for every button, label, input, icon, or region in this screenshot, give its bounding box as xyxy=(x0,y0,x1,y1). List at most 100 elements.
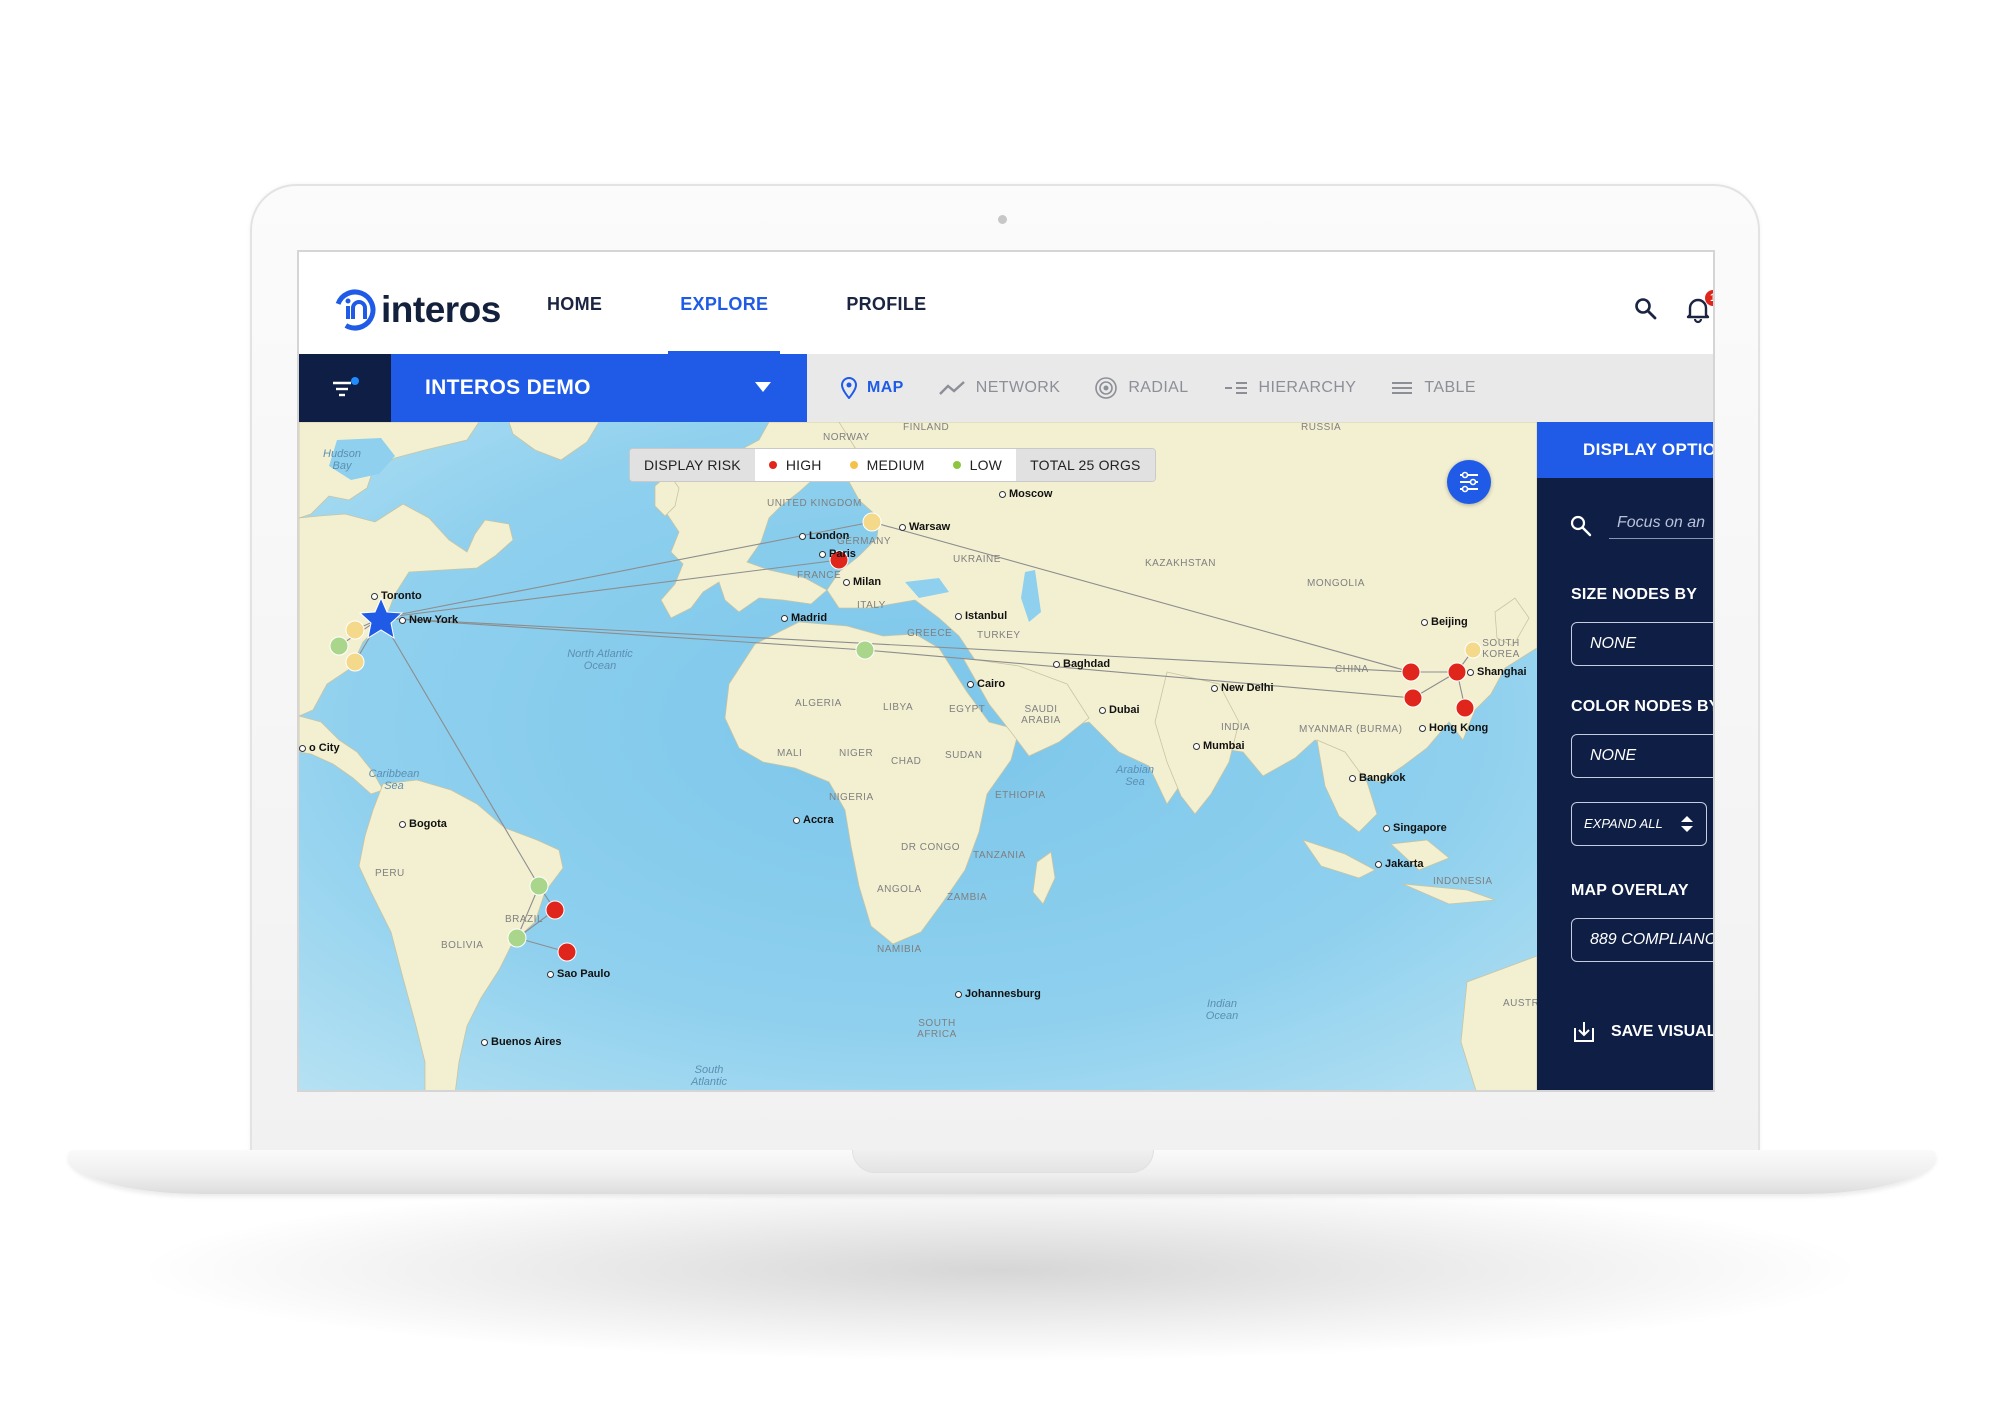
city-label: Buenos Aires xyxy=(481,1036,562,1048)
city-label: Jakarta xyxy=(1375,858,1424,870)
legend-high[interactable]: HIGH xyxy=(755,449,836,481)
node-medium xyxy=(345,620,365,640)
nav-home[interactable]: HOME xyxy=(547,252,602,354)
node-medium xyxy=(1464,641,1482,659)
logo-text: interos xyxy=(381,289,501,330)
water-label: Caribbean Sea xyxy=(368,768,420,792)
notifications-button[interactable]: 1 xyxy=(1683,290,1713,324)
city-label: Mumbai xyxy=(1193,740,1245,752)
city-label: Bangkok xyxy=(1349,772,1405,784)
laptop-notch xyxy=(852,1150,1154,1173)
high-dot-icon xyxy=(768,461,777,469)
hierarchy-icon xyxy=(1224,382,1247,394)
map-settings-button[interactable] xyxy=(1447,460,1491,504)
tab-radial-label: RADIAL xyxy=(1128,379,1189,396)
country-label: KAZAKHSTAN xyxy=(1145,558,1216,569)
focus-search-input[interactable] xyxy=(1609,508,1713,539)
expand-all-select[interactable]: EXPAND ALL xyxy=(1571,802,1707,846)
country-label: GREECE xyxy=(907,628,953,639)
country-label: DR CONGO xyxy=(901,842,960,853)
country-label: RUSSIA xyxy=(1301,422,1342,433)
sliders-icon xyxy=(1460,471,1478,493)
search-icon[interactable] xyxy=(1633,296,1659,322)
legend-title: DISPLAY RISK xyxy=(630,449,755,481)
interos-logo-icon xyxy=(334,289,376,331)
tab-network-label: NETWORK xyxy=(975,379,1061,396)
map-overlay-select[interactable]: 889 COMPLIANCE xyxy=(1571,918,1713,962)
tab-map[interactable]: MAP xyxy=(841,354,904,422)
node-medium xyxy=(862,512,882,532)
chevron-down-icon xyxy=(755,382,771,392)
city-label: Istanbul xyxy=(955,610,1007,622)
city-label: o City xyxy=(299,742,340,754)
table-icon xyxy=(1392,382,1413,394)
city-label: Paris xyxy=(819,548,856,560)
country-label: LIBYA xyxy=(883,702,914,713)
country-label: UKRAINE xyxy=(953,554,1001,565)
medium-dot-icon xyxy=(849,461,858,469)
city-label: Warsaw xyxy=(899,521,950,533)
city-label: Toronto xyxy=(371,590,422,602)
water-label: Indian Ocean xyxy=(1205,998,1239,1022)
city-label: Johannesburg xyxy=(955,988,1041,1000)
map-pin-icon xyxy=(841,377,857,399)
expand-all-label: EXPAND ALL xyxy=(1584,816,1663,831)
nav-explore[interactable]: EXPLORE xyxy=(668,252,781,354)
city-label: Accra xyxy=(793,814,834,826)
water-label: Arabian Sea xyxy=(1116,764,1154,788)
header-actions: 1 xyxy=(1633,290,1713,324)
country-label: EGYPT xyxy=(949,704,986,715)
city-label: Singapore xyxy=(1383,822,1447,834)
world-map[interactable]: Toronto New York London Paris Warsaw Mos… xyxy=(299,422,1537,1090)
node-low xyxy=(329,636,349,656)
city-label: Moscow xyxy=(999,488,1052,500)
country-label: TANZANIA xyxy=(973,850,1026,861)
save-visual-button[interactable]: SAVE VISUAL xyxy=(1571,1020,1713,1044)
size-nodes-select[interactable]: NONE xyxy=(1571,622,1713,666)
display-options-title: DISPLAY OPTIONS xyxy=(1583,440,1715,459)
tab-table-label: TABLE xyxy=(1424,379,1476,396)
legend-medium[interactable]: MEDIUM xyxy=(836,449,939,481)
risk-legend: DISPLAY RISK HIGH MEDIUM LOW TOTAL 25 OR… xyxy=(629,448,1156,482)
country-label: BOLIVIA xyxy=(441,940,484,951)
city-label: Sao Paulo xyxy=(547,968,610,980)
legend-total: TOTAL 25 ORGS xyxy=(1016,449,1155,481)
city-label: New Delhi xyxy=(1211,682,1274,694)
tab-network[interactable]: NETWORK xyxy=(938,354,1061,422)
node-high xyxy=(1403,688,1423,708)
up-down-caret-icon xyxy=(1681,816,1693,832)
node-high xyxy=(1401,662,1421,682)
country-label: SOUTH KOREA xyxy=(1482,638,1520,660)
nav-profile[interactable]: PROFILE xyxy=(846,252,926,354)
city-label: Dubai xyxy=(1099,704,1140,716)
city-label: Baghdad xyxy=(1053,658,1110,670)
app-header: interos HOME EXPLORE PROFILE 1 xyxy=(299,252,1713,354)
tab-hierarchy[interactable]: HIERARCHY xyxy=(1223,354,1357,422)
node-high xyxy=(545,900,565,920)
color-nodes-select[interactable]: NONE xyxy=(1571,734,1713,778)
organization-dropdown[interactable]: INTEROS DEMO xyxy=(391,354,807,422)
city-label: New York xyxy=(399,614,458,626)
laptop-shadow xyxy=(150,1180,1850,1360)
country-label: AUSTR xyxy=(1503,998,1537,1009)
water-label: North Atlantic Ocean xyxy=(567,648,633,672)
legend-medium-label: MEDIUM xyxy=(866,457,925,473)
country-label: MALI xyxy=(777,748,803,759)
country-label: ANGOLA xyxy=(877,884,922,895)
tab-map-label: MAP xyxy=(867,379,904,396)
main-nav: HOME EXPLORE PROFILE xyxy=(547,252,1004,354)
water-label: South Atlantic xyxy=(690,1064,728,1088)
interos-logo[interactable]: interos xyxy=(333,288,501,332)
radial-icon xyxy=(1095,377,1118,399)
country-label: TURKEY xyxy=(977,630,1021,641)
tab-radial[interactable]: RADIAL xyxy=(1094,354,1188,422)
country-label: MONGOLIA xyxy=(1307,578,1365,589)
notification-badge: 1 xyxy=(1705,290,1713,306)
tab-table[interactable]: TABLE xyxy=(1390,354,1476,422)
country-label: INDONESIA xyxy=(1433,876,1493,887)
organization-label: INTEROS DEMO xyxy=(425,376,591,399)
filter-button[interactable] xyxy=(299,354,391,422)
country-label: NORWAY xyxy=(823,432,870,443)
legend-low[interactable]: LOW xyxy=(939,449,1017,481)
display-options-header[interactable]: DISPLAY OPTIONS xyxy=(1537,422,1715,478)
